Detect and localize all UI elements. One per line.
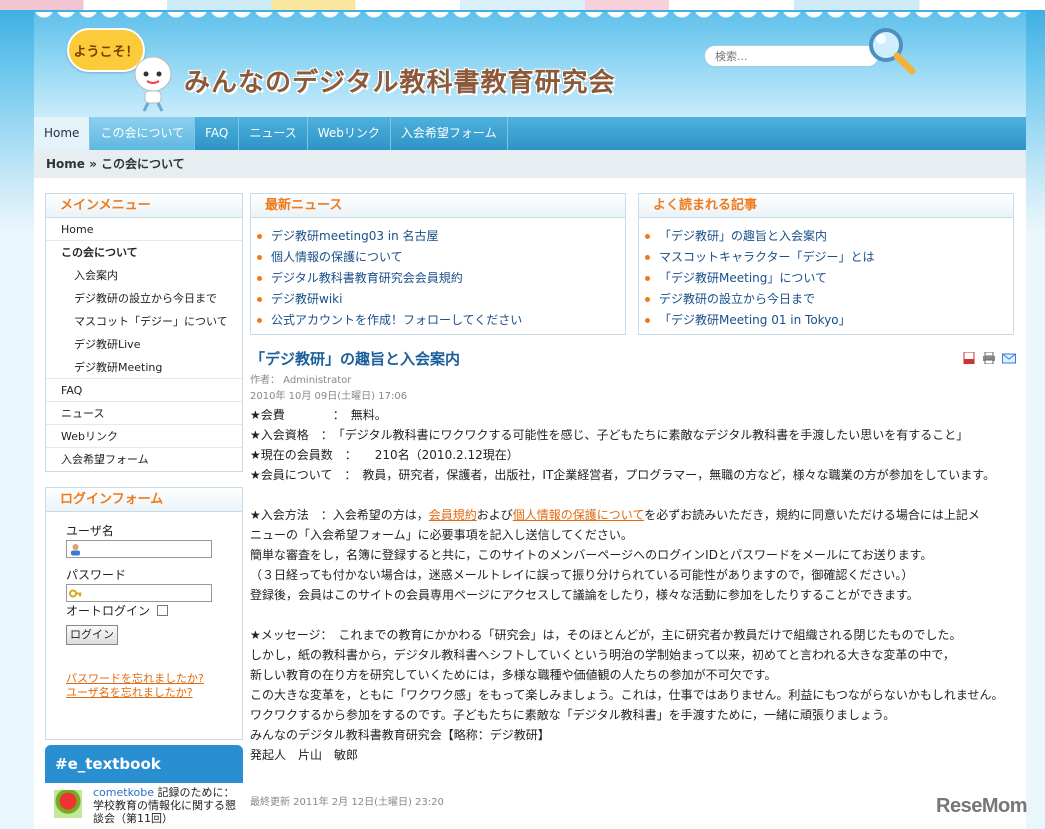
menu-item-join-info[interactable]: 入会案内 [46, 264, 242, 287]
header-cloud-edge [34, 12, 1026, 26]
menu-item-history[interactable]: デジ教研の設立から今日まで [46, 287, 242, 310]
latest-news-title: 最新ニュース [251, 194, 625, 218]
twitter-hashtag: #e_textbook [55, 755, 161, 773]
user-icon [71, 544, 80, 556]
tweet-text: cometkobe 記録のために：学校教育の情報化に関する懇談会（第11回） [93, 786, 239, 825]
privacy-link[interactable]: 個人情報の保護について [513, 508, 644, 522]
article-line: みんなのデジタル教科書教育研究会【略称：デジ教研】 [250, 728, 550, 742]
avatar[interactable] [54, 790, 82, 818]
list-item[interactable]: 個人情報の保護について [257, 247, 625, 268]
menu-item-join-form[interactable]: 入会希望フォーム [46, 448, 242, 471]
twitter-widget: #e_textbook cometkobe 記録のために：学校教育の情報化に関す… [45, 745, 243, 829]
tweet-user-link[interactable]: cometkobe [93, 786, 154, 799]
username-field[interactable] [66, 540, 212, 558]
article-line: ★メッセージ： これまでの教育にかかわる「研究会」は，そのほとんどが，主に研究者… [250, 628, 962, 642]
auto-login-label: オートログイン [66, 604, 151, 618]
popular-articles-title: よく読まれる記事 [639, 194, 1013, 218]
site-title: みんなのデジタル教科書教育研究会 [184, 68, 616, 98]
join-mid: および [476, 508, 513, 522]
article-line: しかし，紙の教科書から，デジタル教科書へシフトしていくという明治の学制始まって以… [250, 648, 955, 662]
page: ようこそ！ みんなのデジタル教科書教育研究会 Home この会について FAQ … [34, 12, 1026, 829]
list-item[interactable]: デジタル教科書教育研究会会員規約 [257, 268, 625, 289]
main-menu-title: メインメニュー [46, 194, 242, 218]
menu-item-faq[interactable]: FAQ [46, 379, 242, 402]
join-prefix: ★入会方法 ：入会希望の方は， [250, 508, 429, 522]
article-line: 登録後，会員はこのサイトの会員専用ページにアクセスして議論をしたり，様々な活動に… [250, 588, 919, 602]
header: ようこそ！ みんなのデジタル教科書教育研究会 [34, 12, 1026, 117]
password-label: パスワード [66, 568, 127, 582]
article-line: ニューの「入会希望フォーム」に必要事項を記入し送信してください。 [250, 528, 633, 542]
article-date: 2010年 10月 09日(土曜日) 17:06 [250, 391, 408, 402]
login-form: ログインフォーム ユーザ名 パスワード オートログイン ログイン パスワードを忘… [45, 487, 243, 740]
login-form-title: ログインフォーム [46, 488, 242, 512]
latest-news-box: 最新ニュース デジ教研meeting03 in 名古屋 個人情報の保護について … [250, 193, 626, 335]
article-line: 簡単な審査をし，名簿に登録すると共に，このサイトのメンバーページへのログインID… [250, 548, 933, 562]
list-item[interactable]: 「デジ教研Meeting」について [645, 268, 1013, 289]
list-item[interactable]: 「デジ教研」の趣旨と入会案内 [645, 226, 1013, 247]
article-tools [962, 352, 1016, 364]
nav-home[interactable]: Home [34, 117, 91, 150]
list-item[interactable]: デジ教研wiki [257, 289, 625, 310]
member-rules-link[interactable]: 会員規約 [429, 508, 477, 522]
magnifier-icon[interactable] [866, 25, 918, 77]
menu-item-meeting[interactable]: デジ教研Meeting [46, 356, 242, 379]
content-area: メインメニュー Home この会について 入会案内 デジ教研の設立から今日まで … [34, 178, 1026, 829]
article-line-join: ★入会方法 ：入会希望の方は，会員規約および個人情報の保護についてを必ずお読みい… [250, 505, 1016, 525]
article-line: ★会員について ： 教員，研究者，保護者，出版社，IT企業経営者，プログラマー，… [250, 468, 996, 482]
nav-join-form[interactable]: 入会希望フォーム [391, 117, 508, 150]
last-updated: 最終更新 2011年 2月 12日(土曜日) 23:20 [250, 797, 444, 808]
article-line: （３日経っても付かない場合は，迷惑メールトレイに誤って振り分けられている可能性が… [250, 568, 914, 582]
nav-news[interactable]: ニュース [239, 117, 308, 150]
popular-articles-box: よく読まれる記事 「デジ教研」の趣旨と入会案内 マスコットキャラクター「デジー」… [638, 193, 1014, 335]
article-line: ★会費 ： 無料。 [250, 408, 387, 422]
nav-about[interactable]: この会について [90, 117, 196, 150]
watermark-logo: ReseMom [936, 795, 1027, 817]
nav-weblinks[interactable]: Webリンク [308, 117, 391, 150]
article-line: ワクワクするから参加をするのです。子どもたちに素敵な「デジタル教科書」を手渡すた… [250, 708, 896, 722]
main-nav: Home この会について FAQ ニュース Webリンク 入会希望フォーム [34, 117, 1026, 150]
list-item[interactable]: デジ教研meeting03 in 名古屋 [257, 226, 625, 247]
article-line: ★入会資格 ： 「デジタル教科書にワクワクする可能性を感じ、子どもたちに素敵なデ… [250, 428, 969, 442]
list-item[interactable]: 「デジ教研Meeting 01 in Tokyo」 [645, 310, 1013, 331]
list-item[interactable]: マスコットキャラクター「デジー」とは [645, 247, 1013, 268]
nav-faq[interactable]: FAQ [195, 117, 240, 150]
article-line: 新しい教育の在り方を研究していくためには，多様な職種や価値観の人たちの参加が不可… [250, 668, 777, 682]
article-title: 「デジ教研」の趣旨と入会案内 [250, 350, 461, 368]
menu-item-about[interactable]: この会について [46, 241, 242, 264]
article-line: この大きな変革を，ともに「ワクワク感」をもって楽しみましょう。これは，仕事ではあ… [250, 688, 1004, 702]
article: 「デジ教研」の趣旨と入会案内 作者： Administrator 2010年 1… [250, 348, 1016, 808]
login-button[interactable]: ログイン [66, 625, 118, 645]
breadcrumb: Home » この会について [34, 150, 1026, 178]
join-suffix: を必ずお読みいただき，規約に同意いただける場合には上記メ [644, 508, 980, 522]
auto-login-checkbox[interactable] [157, 605, 168, 616]
article-author: 作者： Administrator [250, 375, 352, 386]
list-item[interactable]: 公式アカウントを作成！フォローしてください [257, 310, 625, 331]
username-label: ユーザ名 [66, 524, 114, 538]
main-menu: メインメニュー Home この会について 入会案内 デジ教研の設立から今日まで … [45, 193, 243, 472]
article-line: ★現在の会員数 ： 210名（2010.2.12現在） [250, 448, 519, 462]
menu-item-mascot[interactable]: マスコット「デジー」について [46, 310, 242, 333]
tweet: cometkobe 記録のために：学校教育の情報化に関する懇談会（第11回） [45, 783, 243, 829]
mascot-icon [134, 56, 172, 112]
pdf-icon[interactable] [962, 352, 976, 364]
password-field[interactable] [66, 584, 212, 602]
list-item[interactable]: デジ教研の設立から今日まで [645, 289, 1013, 310]
menu-item-home[interactable]: Home [46, 218, 242, 241]
search-input[interactable] [704, 45, 879, 67]
key-icon [69, 589, 82, 598]
menu-item-live[interactable]: デジ教研Live [46, 333, 242, 356]
print-icon[interactable] [982, 352, 996, 364]
email-icon[interactable] [1002, 352, 1016, 364]
article-line: 発起人 片山 敏郎 [250, 748, 359, 762]
forgot-username-link[interactable]: ユーザ名を忘れましたか? [66, 684, 193, 700]
menu-item-news[interactable]: ニュース [46, 402, 242, 425]
menu-item-weblinks[interactable]: Webリンク [46, 425, 242, 448]
